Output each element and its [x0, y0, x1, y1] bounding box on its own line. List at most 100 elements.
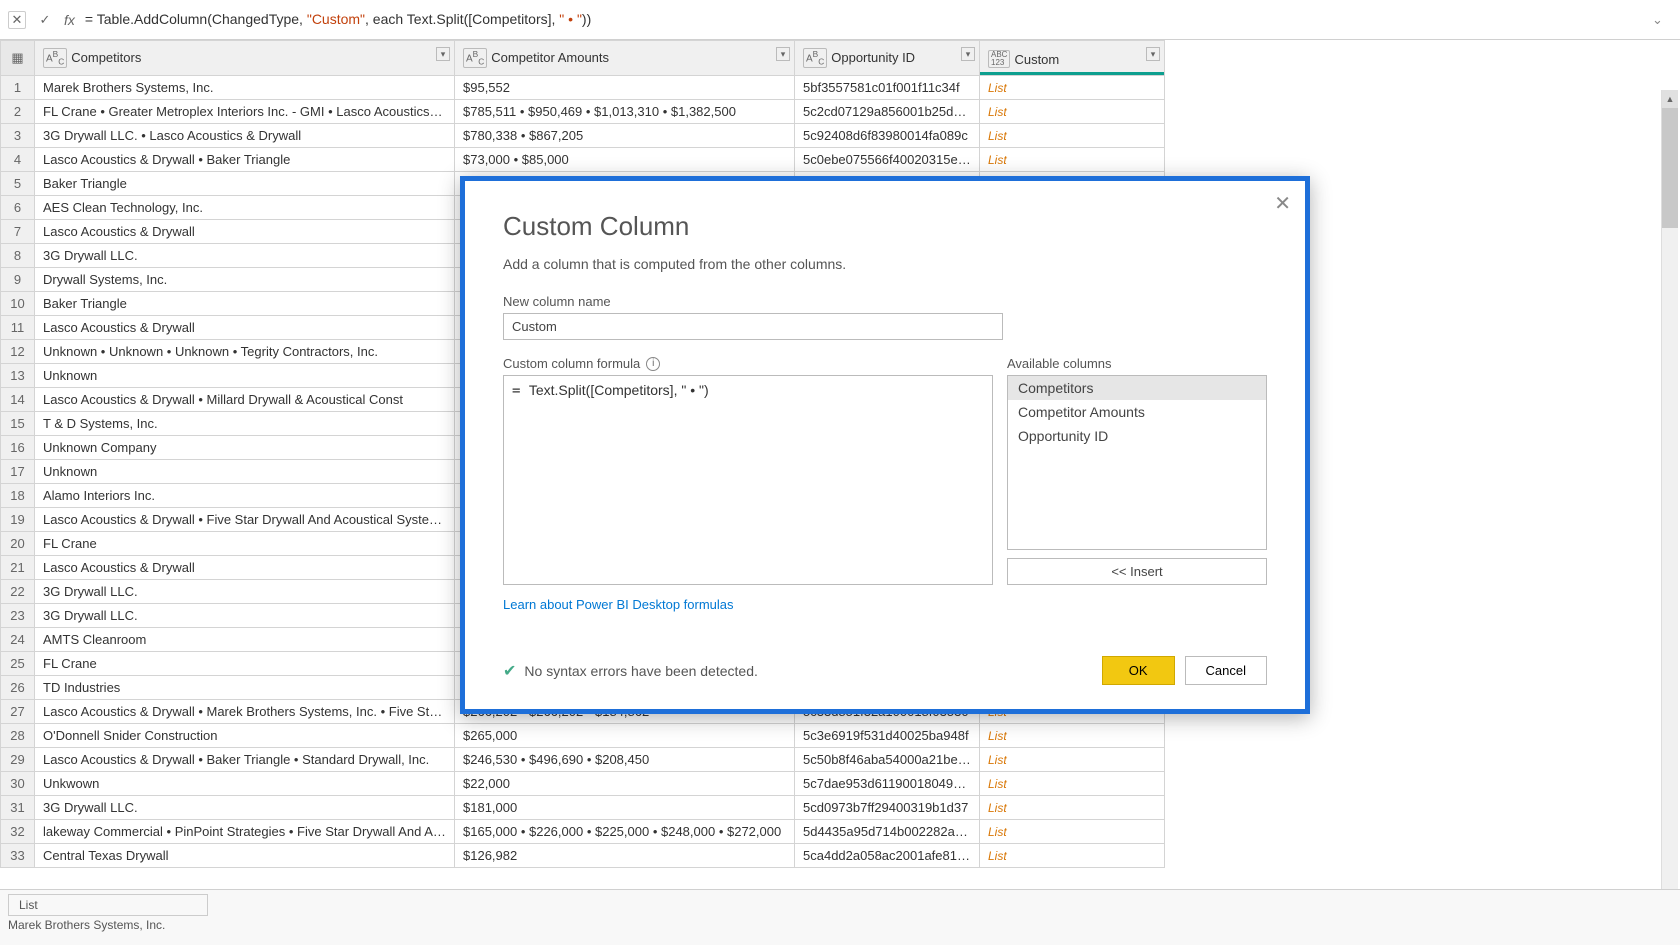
row-number[interactable]: 14	[1, 388, 35, 412]
column-header-custom[interactable]: ABC123 Custom ▾	[980, 41, 1165, 76]
cell-competitors[interactable]: 3G Drywall LLC.	[35, 244, 455, 268]
learn-link[interactable]: Learn about Power BI Desktop formulas	[503, 597, 734, 612]
cell-oppid[interactable]: 5cd0973b7ff29400319b1d37	[795, 796, 980, 820]
cell-oppid[interactable]: 5c7dae953d61190018049b44	[795, 772, 980, 796]
row-number[interactable]: 12	[1, 340, 35, 364]
cell-competitors[interactable]: Unknown	[35, 364, 455, 388]
column-menu-icon[interactable]: ▾	[436, 47, 450, 61]
cell-competitors[interactable]: Baker Triangle	[35, 292, 455, 316]
insert-button[interactable]: << Insert	[1007, 558, 1267, 585]
cell-competitors[interactable]: FL Crane	[35, 532, 455, 556]
formula-bar-input[interactable]: = Table.AddColumn(ChangedType, "Custom",…	[85, 11, 1642, 28]
cell-competitors[interactable]: FL Crane • Greater Metroplex Interiors I…	[35, 100, 455, 124]
cell-competitors[interactable]: Lasco Acoustics & Drywall	[35, 556, 455, 580]
cell-amounts[interactable]: $165,000 • $226,000 • $225,000 • $248,00…	[455, 820, 795, 844]
row-number[interactable]: 8	[1, 244, 35, 268]
cell-competitors[interactable]: Lasco Acoustics & Drywall	[35, 316, 455, 340]
formula-editor[interactable]: = Text.Split([Competitors], " • ")	[503, 375, 993, 585]
table-row[interactable]: 313G Drywall LLC.$181,0005cd0973b7ff2940…	[1, 796, 1165, 820]
row-number[interactable]: 30	[1, 772, 35, 796]
cell-competitors[interactable]: T & D Systems, Inc.	[35, 412, 455, 436]
available-column-item[interactable]: Opportunity ID	[1008, 424, 1266, 448]
available-column-item[interactable]: Competitor Amounts	[1008, 400, 1266, 424]
cell-amounts[interactable]: $22,000	[455, 772, 795, 796]
row-number[interactable]: 11	[1, 316, 35, 340]
row-number[interactable]: 9	[1, 268, 35, 292]
cell-competitors[interactable]: Lasco Acoustics & Drywall • Millard Dryw…	[35, 388, 455, 412]
cell-competitors[interactable]: 3G Drywall LLC.	[35, 580, 455, 604]
cell-amounts[interactable]: $246,530 • $496,690 • $208,450	[455, 748, 795, 772]
cell-competitors[interactable]: Alamo Interiors Inc.	[35, 484, 455, 508]
row-number[interactable]: 1	[1, 76, 35, 100]
cell-custom[interactable]: List	[980, 76, 1165, 100]
table-row[interactable]: 1Marek Brothers Systems, Inc.$95,5525bf3…	[1, 76, 1165, 100]
cell-competitors[interactable]: lakeway Commercial • PinPoint Strategies…	[35, 820, 455, 844]
cell-amounts[interactable]: $73,000 • $85,000	[455, 148, 795, 172]
cell-amounts[interactable]: $126,982	[455, 844, 795, 868]
row-number[interactable]: 2	[1, 100, 35, 124]
table-row[interactable]: 30Unkwown$22,0005c7dae953d61190018049b44…	[1, 772, 1165, 796]
cell-competitors[interactable]: 3G Drywall LLC. • Lasco Acoustics & Dryw…	[35, 124, 455, 148]
row-number[interactable]: 33	[1, 844, 35, 868]
cell-oppid[interactable]: 5c50b8f46aba54000a21be03	[795, 748, 980, 772]
cell-competitors[interactable]: Unkwown	[35, 772, 455, 796]
cell-oppid[interactable]: 5c92408d6f83980014fa089c	[795, 124, 980, 148]
formula-expand-icon[interactable]: ⌄	[1652, 12, 1672, 28]
cell-oppid[interactable]: 5bf3557581c01f001f11c34f	[795, 76, 980, 100]
cell-amounts[interactable]: $95,552	[455, 76, 795, 100]
cell-custom[interactable]: List	[980, 820, 1165, 844]
cell-competitors[interactable]: Lasco Acoustics & Drywall • Baker Triang…	[35, 748, 455, 772]
row-number[interactable]: 15	[1, 412, 35, 436]
cell-custom[interactable]: List	[980, 724, 1165, 748]
row-select-header[interactable]: ▦	[1, 41, 35, 76]
cell-custom[interactable]: List	[980, 148, 1165, 172]
vertical-scrollbar[interactable]: ▲	[1661, 90, 1678, 890]
cancel-button[interactable]: Cancel	[1185, 656, 1267, 685]
cell-custom[interactable]: List	[980, 796, 1165, 820]
info-icon[interactable]: i	[646, 357, 660, 371]
table-row[interactable]: 28O'Donnell Snider Construction$265,0005…	[1, 724, 1165, 748]
row-number[interactable]: 18	[1, 484, 35, 508]
cell-competitors[interactable]: 3G Drywall LLC.	[35, 796, 455, 820]
scroll-thumb[interactable]	[1662, 108, 1678, 228]
cell-competitors[interactable]: Unknown	[35, 460, 455, 484]
cell-competitors[interactable]: TD Industries	[35, 676, 455, 700]
row-number[interactable]: 5	[1, 172, 35, 196]
cell-competitors[interactable]: Unknown Company	[35, 436, 455, 460]
cell-amounts[interactable]: $785,511 • $950,469 • $1,013,310 • $1,38…	[455, 100, 795, 124]
cell-competitors[interactable]: Lasco Acoustics & Drywall • Five Star Dr…	[35, 508, 455, 532]
cell-competitors[interactable]: AMTS Cleanroom	[35, 628, 455, 652]
row-number[interactable]: 27	[1, 700, 35, 724]
cell-custom[interactable]: List	[980, 124, 1165, 148]
cell-amounts[interactable]: $780,338 • $867,205	[455, 124, 795, 148]
row-number[interactable]: 22	[1, 580, 35, 604]
scroll-up-icon[interactable]: ▲	[1662, 90, 1678, 108]
cell-amounts[interactable]: $181,000	[455, 796, 795, 820]
cell-custom[interactable]: List	[980, 100, 1165, 124]
cell-custom[interactable]: List	[980, 748, 1165, 772]
cell-competitors[interactable]: AES Clean Technology, Inc.	[35, 196, 455, 220]
cell-competitors[interactable]: Unknown • Unknown • Unknown • Tegrity Co…	[35, 340, 455, 364]
formula-check-icon[interactable]: ✓	[36, 11, 54, 29]
row-number[interactable]: 25	[1, 652, 35, 676]
cell-competitors[interactable]: Lasco Acoustics & Drywall • Marek Brothe…	[35, 700, 455, 724]
column-menu-icon[interactable]: ▾	[961, 47, 975, 61]
cell-competitors[interactable]: Baker Triangle	[35, 172, 455, 196]
cell-oppid[interactable]: 5c2cd07129a856001b25d449	[795, 100, 980, 124]
cell-competitors[interactable]: O'Donnell Snider Construction	[35, 724, 455, 748]
cell-custom[interactable]: List	[980, 844, 1165, 868]
row-number[interactable]: 17	[1, 460, 35, 484]
row-number[interactable]: 23	[1, 604, 35, 628]
cell-competitors[interactable]: FL Crane	[35, 652, 455, 676]
available-column-item[interactable]: Competitors	[1008, 376, 1266, 400]
table-row[interactable]: 29Lasco Acoustics & Drywall • Baker Tria…	[1, 748, 1165, 772]
row-number[interactable]: 7	[1, 220, 35, 244]
row-number[interactable]: 20	[1, 532, 35, 556]
cell-oppid[interactable]: 5ca4dd2a058ac2001afe814b	[795, 844, 980, 868]
table-row[interactable]: 33G Drywall LLC. • Lasco Acoustics & Dry…	[1, 124, 1165, 148]
row-number[interactable]: 19	[1, 508, 35, 532]
table-row[interactable]: 33Central Texas Drywall$126,9825ca4dd2a0…	[1, 844, 1165, 868]
close-icon[interactable]: ✕	[1274, 191, 1291, 216]
table-row[interactable]: 2FL Crane • Greater Metroplex Interiors …	[1, 100, 1165, 124]
cell-oppid[interactable]: 5c0ebe075566f40020315e29	[795, 148, 980, 172]
